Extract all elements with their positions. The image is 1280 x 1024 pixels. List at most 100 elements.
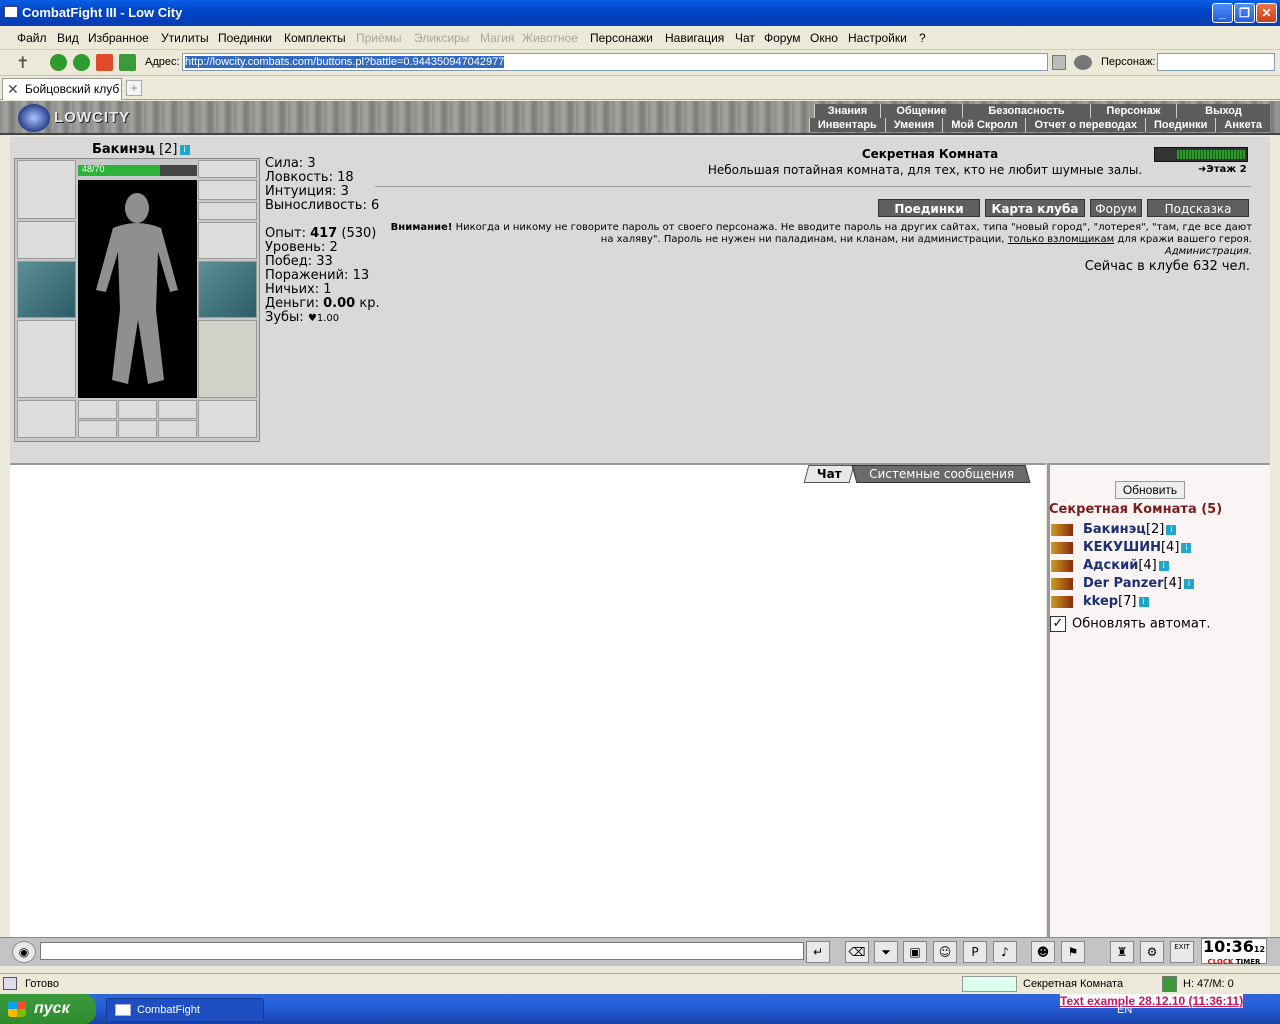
amulet-slot[interactable] xyxy=(198,180,257,200)
start-button[interactable]: пуск xyxy=(0,994,96,1024)
eraser-icon[interactable]: ⌫ xyxy=(845,941,869,963)
user-item[interactable]: kkep[7] i xyxy=(1051,594,1149,609)
belt-slot[interactable] xyxy=(17,400,76,438)
info-icon[interactable]: i xyxy=(1183,578,1194,589)
club-map-button[interactable]: Карта клуба xyxy=(985,199,1085,217)
nav-inventory[interactable]: Инвентарь xyxy=(808,118,885,132)
private-arrow-icon[interactable] xyxy=(1051,595,1073,608)
filter-icon[interactable]: ⏷ xyxy=(874,941,898,963)
info-icon[interactable]: i xyxy=(1181,542,1192,553)
menu-help[interactable]: ? xyxy=(919,31,926,45)
helmet-slot[interactable] xyxy=(17,160,76,219)
tab-system-messages[interactable]: Системные сообщения xyxy=(851,465,1031,483)
tab-fight-club[interactable]: ✕ Бойцовский клуб xyxy=(2,78,122,100)
scroll-slot-5[interactable] xyxy=(118,420,157,438)
chat-input[interactable] xyxy=(40,942,804,960)
menu-duels[interactable]: Поединки xyxy=(218,31,272,45)
user-item[interactable]: Бакинэц[2] i xyxy=(1051,522,1177,537)
user-nick[interactable]: КЕКУШИН xyxy=(1083,540,1161,555)
nav-duels[interactable]: Поединки xyxy=(1145,118,1216,132)
refresh-users-button[interactable]: Обновить xyxy=(1115,481,1185,499)
private-arrow-icon[interactable] xyxy=(1051,559,1073,572)
private-arrow-icon[interactable] xyxy=(1051,541,1073,554)
forum-button[interactable]: Форум xyxy=(1090,199,1142,217)
duels-button[interactable]: Поединки xyxy=(878,199,980,217)
private-icon[interactable]: P xyxy=(963,941,987,963)
user-item[interactable]: Der Panzer[4] i xyxy=(1051,576,1194,591)
scroll-slot-3[interactable] xyxy=(158,400,197,419)
info-icon[interactable]: i xyxy=(1158,560,1169,571)
auto-refresh-option[interactable]: ✓ Обновлять автомат. xyxy=(1050,616,1211,632)
users-icon[interactable] xyxy=(1074,55,1092,70)
new-tab-button[interactable]: + xyxy=(126,80,142,96)
user-nick[interactable]: Der Panzer xyxy=(1083,576,1164,591)
pin-icon[interactable]: ✝ xyxy=(16,53,29,73)
nav-profile[interactable]: Анкета xyxy=(1215,118,1270,132)
nav-communication[interactable]: Общение xyxy=(880,104,962,118)
private-arrow-icon[interactable] xyxy=(1051,577,1073,590)
stop-icon[interactable] xyxy=(96,54,113,71)
private-arrow-icon[interactable] xyxy=(1051,523,1073,536)
back-icon[interactable] xyxy=(50,54,67,71)
info-icon[interactable]: i xyxy=(1138,596,1149,607)
info-icon[interactable]: i xyxy=(1166,524,1177,535)
info-icon[interactable]: i xyxy=(179,144,190,155)
menu-window[interactable]: Окно xyxy=(810,31,838,45)
menu-settings[interactable]: Настройки xyxy=(848,31,907,45)
menu-file[interactable]: Файл xyxy=(17,31,47,45)
minimize-button[interactable]: _ xyxy=(1212,3,1233,23)
menu-forum[interactable]: Форум xyxy=(764,31,800,45)
person-icon[interactable]: ☺ xyxy=(933,941,957,963)
hint-button[interactable]: Подсказка xyxy=(1147,199,1249,217)
nav-my-scroll[interactable]: Мой Скролл xyxy=(942,118,1026,132)
scroll-slot-6[interactable] xyxy=(158,420,197,438)
sound-icon[interactable]: ♪ xyxy=(993,941,1017,963)
tab-chat[interactable]: Чат xyxy=(803,465,855,483)
refresh-icon[interactable] xyxy=(119,54,136,71)
persona-select[interactable] xyxy=(1157,53,1275,71)
chat-area[interactable] xyxy=(10,463,1046,937)
menu-sets[interactable]: Комплекты xyxy=(284,31,346,45)
smile-icon[interactable]: ☻ xyxy=(1031,941,1055,963)
armor-slot[interactable] xyxy=(17,320,76,398)
send-icon[interactable]: ↵ xyxy=(806,941,830,963)
user-item[interactable]: КЕКУШИН[4] i xyxy=(1051,540,1192,555)
scroll-slot-1[interactable] xyxy=(78,400,117,419)
nav-skills[interactable]: Умения xyxy=(884,118,943,132)
close-button[interactable]: ✕ xyxy=(1256,3,1277,23)
scroll-slot-4[interactable] xyxy=(78,420,117,438)
menu-characters[interactable]: Персонажи xyxy=(590,31,653,45)
user-nick[interactable]: Адский xyxy=(1083,558,1138,573)
address-input[interactable]: http://lowcity.combats.com/buttons.pl?ba… xyxy=(182,53,1048,71)
character-figure[interactable] xyxy=(78,180,197,398)
users-toolbar-icon[interactable]: ⚑ xyxy=(1061,941,1085,963)
nav-security[interactable]: Безопасность xyxy=(962,104,1090,118)
maximize-button[interactable]: ❐ xyxy=(1234,3,1255,23)
nav-exit[interactable]: Выход xyxy=(1176,104,1270,118)
menu-chat[interactable]: Чат xyxy=(735,31,755,45)
menu-utilities[interactable]: Утилиты xyxy=(161,31,209,45)
close-tab-icon[interactable]: ✕ xyxy=(7,79,19,99)
nav-character[interactable]: Персонаж xyxy=(1090,104,1176,118)
menu-view[interactable]: Вид xyxy=(57,31,79,45)
user-item[interactable]: Адский[4] i xyxy=(1051,558,1169,573)
auto-refresh-checkbox[interactable]: ✓ xyxy=(1050,616,1066,632)
shield-slot[interactable] xyxy=(198,261,257,318)
nav-knowledge[interactable]: Знания xyxy=(814,104,880,118)
clock-widget[interactable]: 10:3612 CLOCK TIMER xyxy=(1201,938,1267,966)
delete-icon[interactable] xyxy=(1052,55,1066,70)
save-icon[interactable]: ▣ xyxy=(903,941,927,963)
boots-slot[interactable] xyxy=(198,400,257,438)
pants-slot[interactable] xyxy=(198,320,257,398)
bag-icon[interactable]: ♜ xyxy=(1110,941,1134,963)
scroll-slot-2[interactable] xyxy=(118,400,157,419)
taskbar-combatfight[interactable]: CombatFight xyxy=(106,998,264,1022)
character-name[interactable]: Бакинэц xyxy=(92,142,155,157)
warning-link[interactable]: только взломщикам xyxy=(1008,234,1114,245)
gloves-slot[interactable] xyxy=(198,222,257,259)
weapon-slot[interactable] xyxy=(17,261,76,318)
menu-favorites[interactable]: Избранное xyxy=(88,31,149,45)
nav-transfer-report[interactable]: Отчет о переводах xyxy=(1025,118,1146,132)
bracers-slot[interactable] xyxy=(17,221,76,259)
floor-link[interactable]: ➜Этаж 2 xyxy=(1198,164,1247,175)
